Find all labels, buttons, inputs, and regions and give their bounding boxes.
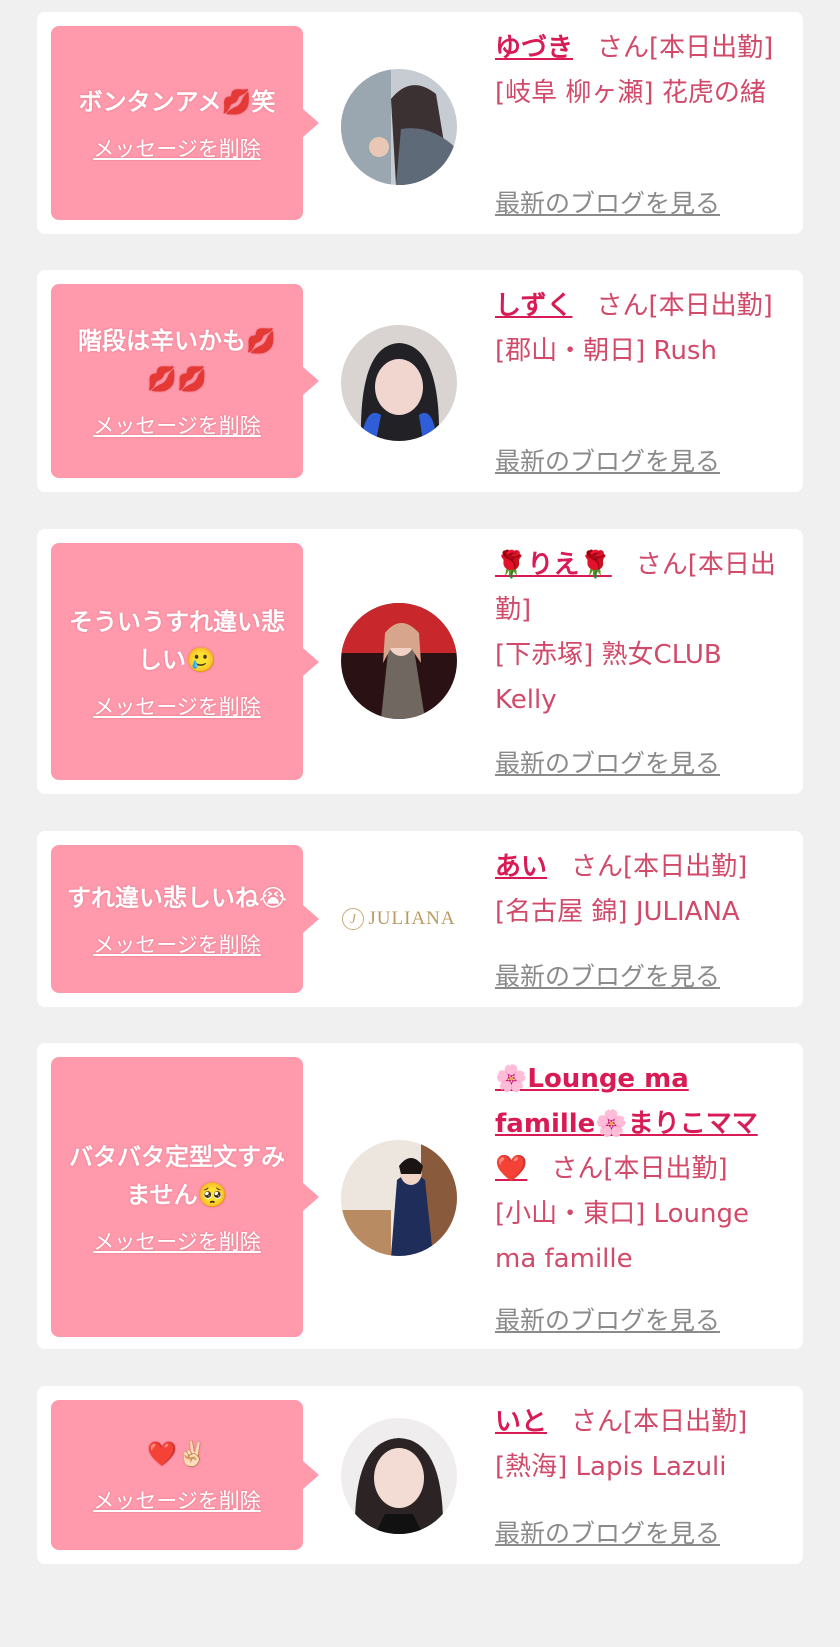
message-text: ボンタンアメ💋笑 xyxy=(78,88,276,116)
delete-message-link[interactable]: メッセージを削除 xyxy=(93,691,261,721)
girl-info: いと さん[本日出勤] [熱海] Lapis Lazuli xyxy=(495,1400,787,1490)
message-bubble: 階段は辛いかも💋💋💋 メッセージを削除 xyxy=(51,284,319,478)
girl-info: 🌹りえ🌹 さん[本日出勤] [下赤塚] 熟女CLUB Kelly xyxy=(495,543,787,723)
area-shop[interactable]: [郡山・朝日] Rush xyxy=(495,336,717,366)
message-bubble: バタバタ定型文すみません🥺 メッセージを削除 xyxy=(51,1057,319,1337)
girl-info: あい さん[本日出勤] [名古屋 錦] JULIANA xyxy=(495,845,787,935)
avatar-photo xyxy=(341,325,457,441)
delete-message-link[interactable]: メッセージを削除 xyxy=(93,133,261,163)
attendance-status: さん[本日出勤] xyxy=(571,1407,748,1437)
latest-blog-link[interactable]: 最新のブログを見る xyxy=(495,1514,720,1550)
message-bubble: ❤️✌🏻 メッセージを削除 xyxy=(51,1400,319,1550)
message-bubble: すれ違い悲しいね😭 メッセージを削除 xyxy=(51,845,319,993)
delete-message-link[interactable]: メッセージを削除 xyxy=(93,410,261,440)
message-text: すれ違い悲しいね😭 xyxy=(66,884,288,912)
latest-blog-link[interactable]: 最新のブログを見る xyxy=(495,744,720,780)
attendance-status: さん[本日出勤] xyxy=(571,852,748,882)
girl-name-link[interactable]: ゆづき xyxy=(495,33,573,63)
list-item: すれ違い悲しいね😭 メッセージを削除 J JULIANA あい さん[本日出勤] [… xyxy=(37,831,803,1007)
delete-message-link[interactable]: メッセージを削除 xyxy=(93,1226,261,1256)
girl-info: しずく さん[本日出勤] [郡山・朝日] Rush xyxy=(495,284,787,374)
avatar[interactable] xyxy=(341,1140,457,1256)
attendance-status: さん[本日出勤] xyxy=(596,291,773,321)
message-text: そういうすれ違い悲しい🥲 xyxy=(69,607,285,674)
latest-blog-link[interactable]: 最新のブログを見る xyxy=(495,1301,720,1337)
delete-message-link[interactable]: メッセージを削除 xyxy=(93,1485,261,1515)
message-bubble: ボンタンアメ💋笑 メッセージを削除 xyxy=(51,26,319,220)
latest-blog-link[interactable]: 最新のブログを見る xyxy=(495,442,720,478)
list-item: 階段は辛いかも💋💋💋 メッセージを削除 しずく さん[本日出勤] [郡山・朝日] … xyxy=(37,270,803,492)
avatar[interactable] xyxy=(341,1418,457,1534)
avatar[interactable] xyxy=(341,325,457,441)
list-item: ❤️✌🏻 メッセージを削除 いと さん[本日出勤] [熱海] Lapis Lazu… xyxy=(37,1386,803,1564)
latest-blog-link[interactable]: 最新のブログを見る xyxy=(495,957,720,993)
list-item: バタバタ定型文すみません🥺 メッセージを削除 🌸Lounge ma famill… xyxy=(37,1043,803,1349)
girl-info: ゆづき さん[本日出勤] [岐阜 柳ヶ瀬] 花虎の緒 xyxy=(495,26,787,116)
favorite-list: ボンタンアメ💋笑 メッセージを削除 ゆづき さん[本日出勤] [岐阜 柳ヶ瀬] 花… xyxy=(0,0,840,1647)
avatar[interactable] xyxy=(341,603,457,719)
avatar[interactable] xyxy=(341,69,457,185)
shop-logo[interactable]: J JULIANA xyxy=(331,889,467,949)
message-text: ❤️✌🏻 xyxy=(147,1440,207,1468)
area-shop[interactable]: [岐阜 柳ヶ瀬] 花虎の緒 xyxy=(495,78,766,108)
attendance-status: さん[本日出勤] xyxy=(551,1154,728,1184)
message-text: バタバタ定型文すみません🥺 xyxy=(69,1143,285,1209)
delete-message-link[interactable]: メッセージを削除 xyxy=(93,929,261,959)
avatar-photo xyxy=(341,69,457,185)
area-shop[interactable]: [小山・東口] Lounge ma famille xyxy=(495,1199,749,1274)
latest-blog-link[interactable]: 最新のブログを見る xyxy=(495,184,720,220)
area-shop[interactable]: [名古屋 錦] JULIANA xyxy=(495,897,740,927)
list-item: そういうすれ違い悲しい🥲 メッセージを削除 🌹りえ🌹 さん[本日出勤] [下赤塚]… xyxy=(37,529,803,794)
avatar-photo xyxy=(341,1418,457,1534)
girl-name-link[interactable]: あい xyxy=(495,852,547,882)
area-shop[interactable]: [下赤塚] 熟女CLUB Kelly xyxy=(495,640,722,715)
avatar-photo xyxy=(341,603,457,719)
avatar-photo xyxy=(341,1140,457,1256)
list-item: ボンタンアメ💋笑 メッセージを削除 ゆづき さん[本日出勤] [岐阜 柳ヶ瀬] 花… xyxy=(37,12,803,234)
message-text: 階段は辛いかも💋💋💋 xyxy=(78,327,276,393)
girl-info: 🌸Lounge ma famille🌸まりこママ❤️ さん[本日出勤] [小山・東… xyxy=(495,1057,787,1282)
logo-mark: J xyxy=(342,908,365,930)
girl-name-link[interactable]: しずく xyxy=(495,291,572,321)
attendance-status: さん[本日出勤] xyxy=(597,33,774,63)
girl-name-link[interactable]: いと xyxy=(495,1407,547,1437)
message-bubble: そういうすれ違い悲しい🥲 メッセージを削除 xyxy=(51,543,319,780)
logo-text: JULIANA xyxy=(368,908,456,929)
area-shop[interactable]: [熱海] Lapis Lazuli xyxy=(495,1452,727,1482)
girl-name-link[interactable]: 🌹りえ🌹 xyxy=(495,550,612,580)
